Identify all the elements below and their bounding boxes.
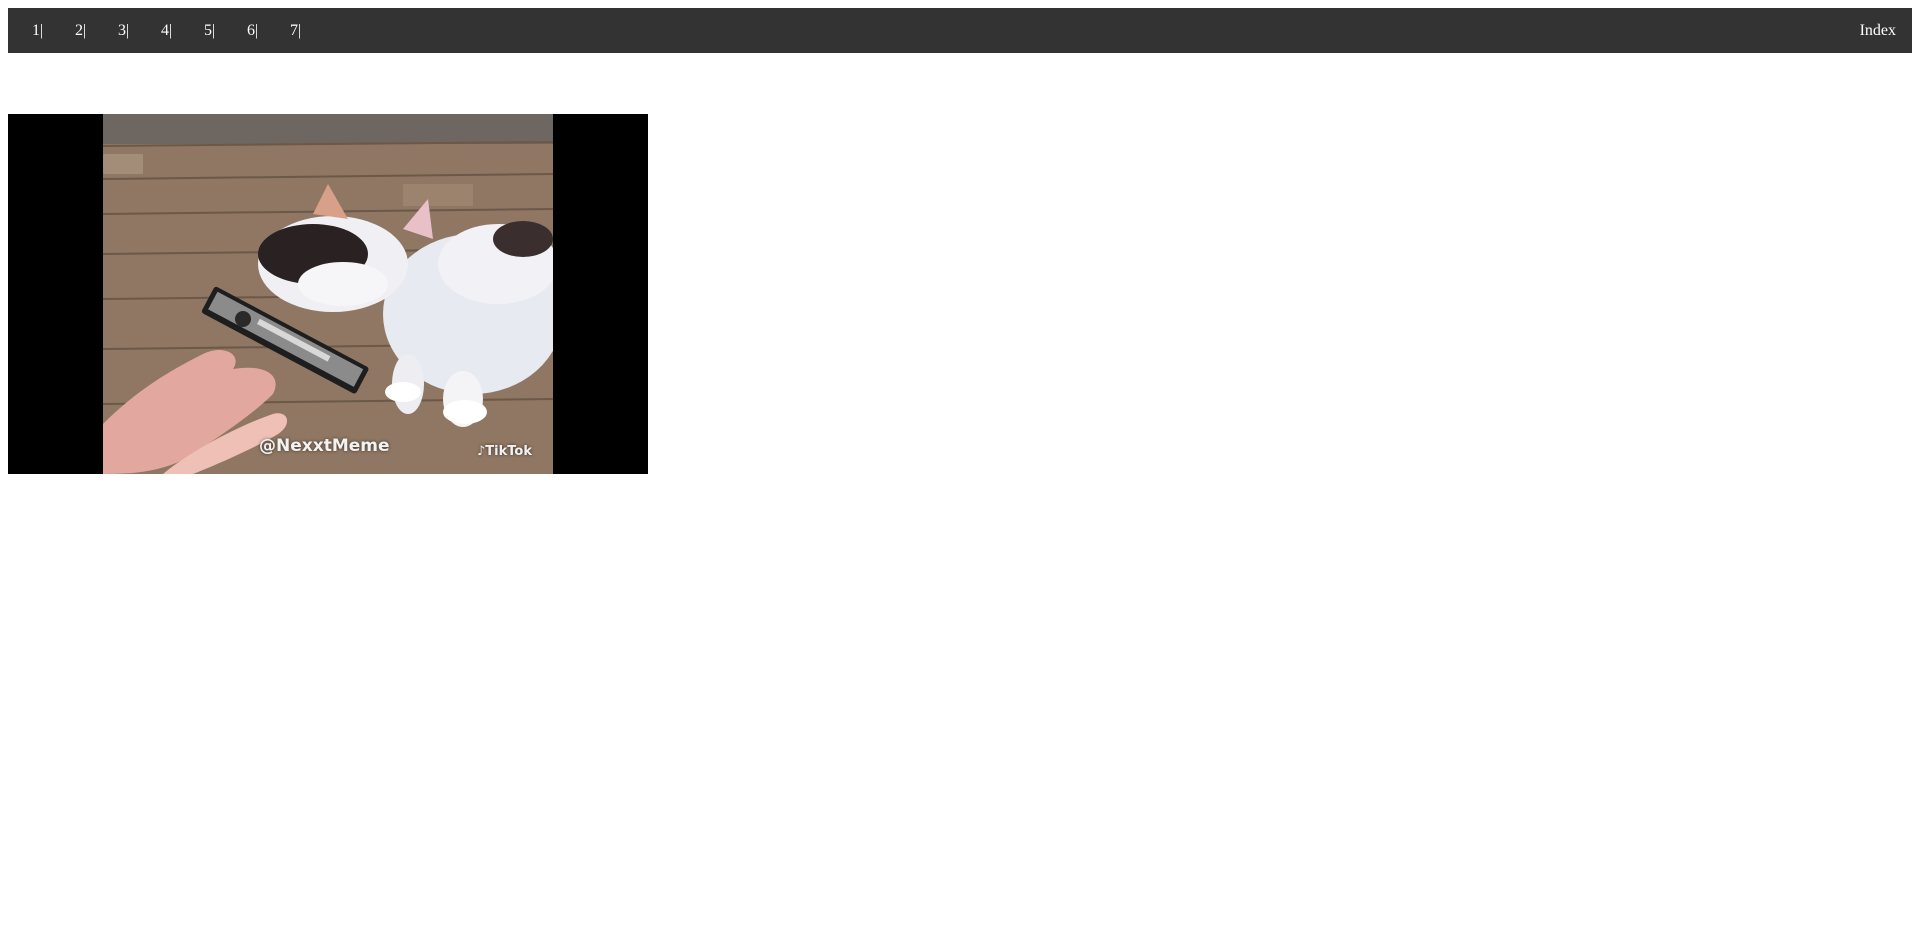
- platform-label: TikTok: [485, 444, 532, 459]
- page-link-2[interactable]: 2|: [67, 22, 110, 40]
- tiktok-logo: ♪TikTok: [477, 444, 532, 459]
- video-frame-image: @NexxtMeme ♪TikTok: [103, 114, 553, 474]
- page-link-5[interactable]: 5|: [196, 22, 239, 40]
- page-link-4[interactable]: 4|: [153, 22, 196, 40]
- page-link-3[interactable]: 3|: [110, 22, 153, 40]
- top-navigation-bar: 1| 2| 3| 4| 5| 6| 7| Index: [8, 8, 1912, 53]
- page-number-links: 1| 2| 3| 4| 5| 6| 7|: [24, 22, 325, 40]
- watermark-text: @NexxtMeme: [259, 436, 390, 456]
- cat-with-harmonica-scene: [103, 114, 553, 474]
- page-link-7[interactable]: 7|: [282, 22, 325, 40]
- index-link[interactable]: Index: [1860, 22, 1896, 40]
- page-link-6[interactable]: 6|: [239, 22, 282, 40]
- video-player[interactable]: @NexxtMeme ♪TikTok: [8, 114, 648, 474]
- page-link-1[interactable]: 1|: [24, 22, 67, 40]
